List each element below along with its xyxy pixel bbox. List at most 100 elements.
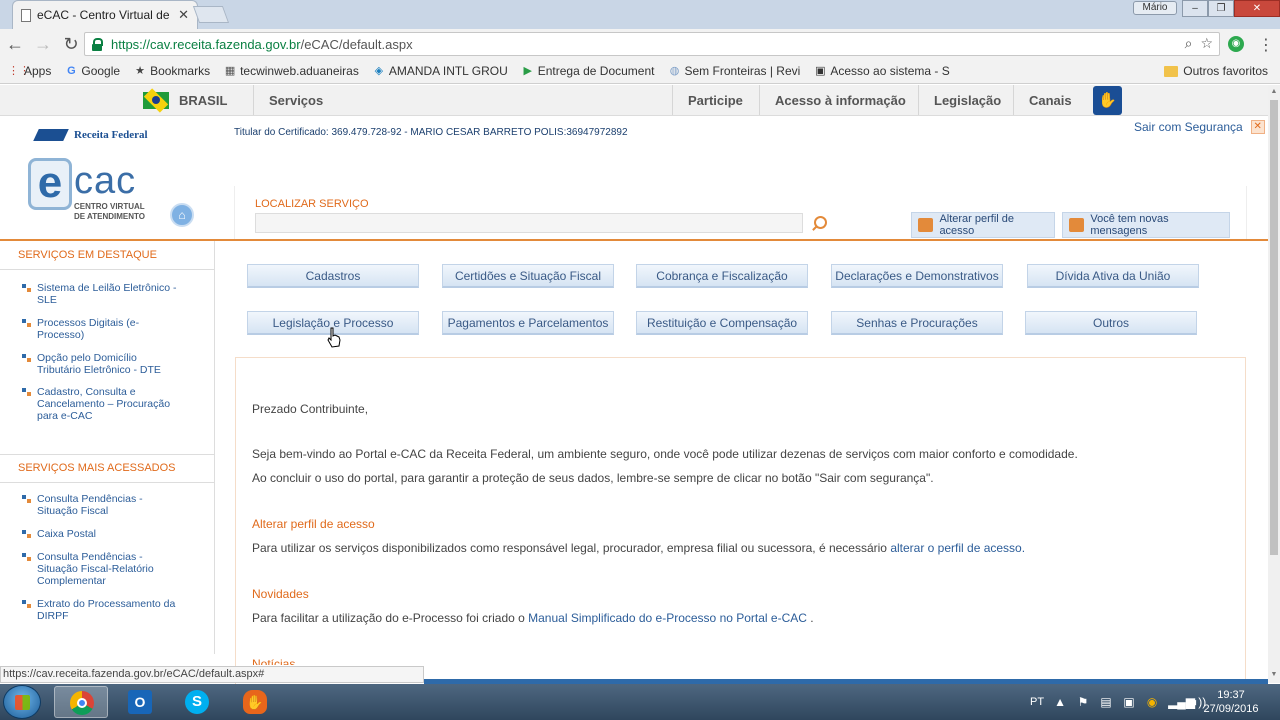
device-icon[interactable]: ▣	[1122, 695, 1136, 709]
tab-close-icon[interactable]: ✕	[178, 7, 189, 23]
service-certidoes-button[interactable]: Certidões e Situação Fiscal	[442, 264, 614, 288]
search-icon[interactable]	[810, 215, 828, 233]
logout-link[interactable]: Sair com Segurança ✕	[1134, 118, 1265, 136]
profile-heading: Alterar perfil de acesso	[252, 517, 375, 531]
ecac-logo[interactable]: e cac CENTRO VIRTUAL DE ATENDIMENTO	[28, 158, 154, 230]
users-icon	[918, 218, 934, 232]
start-button[interactable]	[3, 685, 41, 719]
restore-icon[interactable]: ❐	[1208, 0, 1234, 17]
gov-link-participe[interactable]: Participe	[688, 93, 743, 108]
service-declaracoes-button[interactable]: Declarações e Demonstrativos	[831, 264, 1003, 288]
star-icon: ★	[135, 65, 145, 77]
bookmark-entrega[interactable]: ▶ Entrega de Document	[522, 64, 655, 78]
browser-menu-icon[interactable]: ⋮	[1258, 35, 1274, 55]
receita-federal-logo[interactable]: Receita Federal	[36, 125, 148, 145]
reload-icon[interactable]: ↻	[58, 31, 84, 57]
receita-mark-icon	[36, 125, 70, 145]
bookmark-sem-fronteiras[interactable]: ◍ Sem Fronteiras | Revi	[669, 64, 801, 78]
skype-icon: S	[185, 690, 209, 714]
show-hidden-icons[interactable]: ▲	[1053, 695, 1067, 709]
site-icon: ▶	[523, 65, 532, 77]
bookmark-google[interactable]: G Google	[65, 64, 120, 78]
url-path: /eCAC/default.aspx	[300, 36, 413, 52]
bookmark-tecwin[interactable]: ▦ tecwinweb.aduaneiras	[224, 64, 359, 78]
search-input[interactable]	[255, 213, 803, 233]
certificate-holder: Titular do Certificado: 369.479.728-92 -…	[234, 127, 628, 138]
minimize-icon[interactable]: –	[1182, 0, 1208, 17]
service-senhas-button[interactable]: Senhas e Procurações	[831, 311, 1003, 335]
sidebar-item-procuracao[interactable]: Cadastro, Consulta e Cancelamento – Proc…	[22, 386, 182, 422]
window-controls: – ❐ ✕	[1182, 0, 1280, 17]
gov-country[interactable]: BRASIL	[179, 93, 227, 108]
taskbar-app[interactable]: ✋	[228, 686, 282, 718]
language-indicator[interactable]: PT	[1030, 696, 1044, 708]
signal-icon[interactable]: ▂▄▆	[1168, 695, 1195, 709]
taskbar-skype[interactable]: S	[170, 686, 224, 718]
gov-link-canais[interactable]: Canais	[1029, 93, 1072, 108]
bookmark-acesso[interactable]: ▣ Acesso ao sistema - S	[814, 64, 950, 78]
forward-arrow-icon[interactable]: →	[30, 31, 56, 57]
sidebar-item-dirpf[interactable]: Extrato do Processamento da DIRPF	[22, 598, 182, 622]
service-pagamentos-button[interactable]: Pagamentos e Parcelamentos	[442, 311, 614, 335]
profile-button[interactable]: Mário	[1133, 1, 1177, 15]
messages-button[interactable]: Você tem novas mensagens	[1062, 212, 1230, 238]
clock[interactable]: 19:37 27/09/2016	[1196, 688, 1266, 716]
divider	[0, 482, 214, 483]
zoom-icon[interactable]: ⌕	[1185, 35, 1193, 52]
new-tab-button[interactable]	[192, 6, 230, 23]
gov-services-link[interactable]: Serviços	[269, 93, 323, 108]
divider	[1013, 85, 1014, 115]
hand-app-icon: ✋	[243, 690, 267, 714]
scroll-down-icon[interactable]: ▼	[1270, 671, 1278, 679]
service-divida-ativa-button[interactable]: Dívida Ativa da União	[1027, 264, 1199, 288]
gov-link-legislacao[interactable]: Legislação	[934, 93, 1001, 108]
taskbar-outlook[interactable]: O	[113, 686, 167, 718]
sidebar-item-leilao[interactable]: Sistema de Leilão Eletrônico - SLE	[22, 282, 182, 306]
sidebar-item-caixa-postal[interactable]: Caixa Postal	[22, 528, 182, 540]
change-profile-link[interactable]: alterar o perfil de acesso.	[890, 541, 1025, 555]
bullet-icon	[22, 388, 31, 397]
sidebar-item-processos-digitais[interactable]: Processos Digitais (e-Processo)	[22, 317, 182, 341]
bullet-icon	[22, 319, 31, 328]
omnibox-actions: ⌕ ☆	[1185, 35, 1213, 52]
welcome-panel	[235, 357, 1246, 687]
change-profile-button[interactable]: Alterar perfil de acesso	[911, 212, 1055, 238]
news-paragraph: Para facilitar a utilização do e-Process…	[252, 611, 814, 625]
network-icon[interactable]: ▤	[1099, 695, 1113, 709]
sidebar-item-relatorio-complementar[interactable]: Consulta Pendências - Situação Fiscal-Re…	[22, 551, 182, 587]
service-cobranca-button[interactable]: Cobrança e Fiscalização	[636, 264, 808, 288]
bookmark-star-icon[interactable]: ☆	[1200, 35, 1213, 52]
ecac-logo-e: e	[28, 158, 72, 210]
update-icon[interactable]: ◉	[1145, 695, 1159, 709]
windows-taskbar: O S ✋ PT ▲ ⚑ ▤ ▣ ◉ ▂▄▆ ◖)) 19:37 27/09/2…	[0, 684, 1280, 720]
address-bar[interactable]: https://cav.receita.fazenda.gov.br/eCAC/…	[84, 32, 1220, 56]
flag-icon[interactable]: ⚑	[1076, 695, 1090, 709]
browser-tab[interactable]: eCAC - Centro Virtual de ✕	[12, 0, 198, 29]
agency-name: Receita Federal	[74, 129, 148, 141]
close-icon[interactable]: ✕	[1250, 120, 1265, 134]
featured-services-title: SERVIÇOS EM DESTAQUE	[18, 249, 157, 261]
gov-link-acesso-informacao[interactable]: Acesso à informação	[775, 93, 906, 108]
back-arrow-icon[interactable]: ←	[2, 31, 28, 57]
scroll-up-icon[interactable]: ▲	[1270, 88, 1278, 96]
scroll-thumb[interactable]	[1270, 100, 1278, 555]
sidebar-item-dte[interactable]: Opção pelo Domicílio Tributário Eletrôni…	[22, 352, 182, 376]
bookmark-apps[interactable]: ⋮⋮ Apps	[8, 64, 51, 78]
sidebar: SERVIÇOS EM DESTAQUE Sistema de Leilão E…	[0, 241, 215, 654]
service-outros-button[interactable]: Outros	[1025, 311, 1197, 335]
close-window-icon[interactable]: ✕	[1234, 0, 1280, 17]
bullet-icon	[22, 284, 31, 293]
other-bookmarks[interactable]: Outros favoritos	[1164, 64, 1268, 78]
extension-icon[interactable]: ◉	[1228, 36, 1244, 52]
sidebar-item-situacao-fiscal[interactable]: Consulta Pendências - Situação Fiscal	[22, 493, 182, 517]
home-icon[interactable]: ⌂	[170, 203, 194, 227]
page-scrollbar[interactable]: ▲ ▼	[1268, 85, 1280, 683]
bookmark-amanda[interactable]: ◈ AMANDA INTL GROU	[373, 64, 508, 78]
manual-link[interactable]: Manual Simplificado do e-Processo no Por…	[528, 611, 807, 625]
folder-icon	[1164, 65, 1179, 77]
service-cadastros-button[interactable]: Cadastros	[247, 264, 419, 288]
taskbar-chrome[interactable]	[54, 686, 108, 718]
bookmark-bookmarks[interactable]: ★ Bookmarks	[134, 64, 210, 78]
service-restituicao-button[interactable]: Restituição e Compensação	[636, 311, 808, 335]
accessibility-hand-icon[interactable]: ✋	[1093, 86, 1122, 115]
